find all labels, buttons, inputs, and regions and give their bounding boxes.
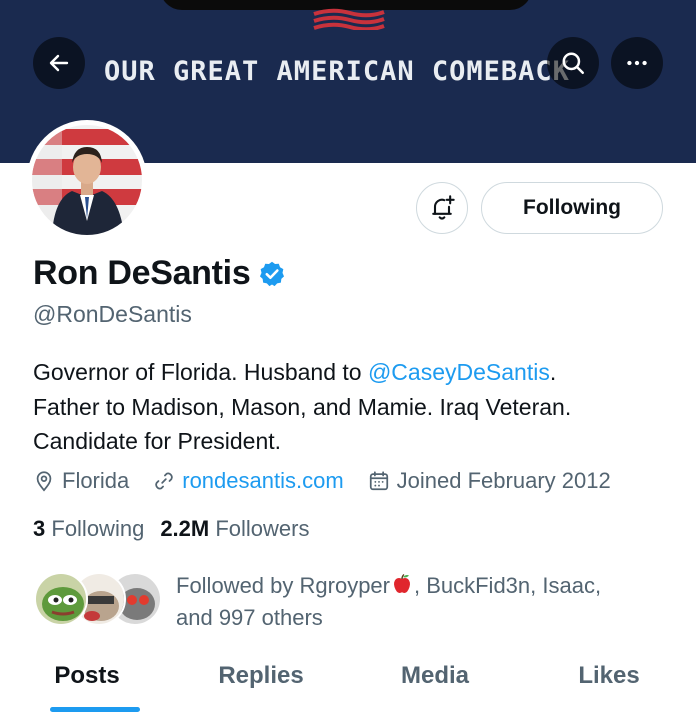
profile-joined: Joined February 2012 xyxy=(368,468,611,494)
profile-tabs: Posts Replies Media Likes xyxy=(0,645,696,712)
bio-text: Governor of Florida. Husband to xyxy=(33,359,368,385)
followed-by-others: and 997 others xyxy=(176,605,323,630)
flag-stripes-graphic xyxy=(313,8,385,30)
profile-bio: Governor of Florida. Husband to @CaseyDe… xyxy=(33,355,673,459)
following-count-link[interactable]: 3 Following xyxy=(33,516,144,542)
location-pin-icon xyxy=(36,471,52,492)
tab-posts[interactable]: Posts xyxy=(0,645,174,712)
bio-line-3: Candidate for President. xyxy=(33,428,282,454)
profile-handle: @RonDeSantis xyxy=(33,301,192,327)
profile-meta: Florida rondesantis.com Joined February … xyxy=(33,468,635,494)
profile-name: Ron DeSantis xyxy=(33,254,251,292)
profile-website[interactable]: rondesantis.com xyxy=(153,468,344,494)
follower-avatars xyxy=(34,570,162,630)
following-button[interactable]: Following xyxy=(481,182,663,234)
back-button[interactable] xyxy=(33,37,85,89)
apple-emoji-icon xyxy=(393,573,410,593)
profile-name-row: Ron DeSantis xyxy=(33,254,286,293)
follow-counts: 3 Following 2.2M Followers xyxy=(33,516,326,542)
following-count-label: Following xyxy=(51,516,145,541)
more-options-button[interactable] xyxy=(611,37,663,89)
profile-location: Florida xyxy=(33,468,129,494)
location-text: Florida xyxy=(62,468,130,493)
verified-badge-icon[interactable] xyxy=(258,260,286,288)
arrow-left-icon xyxy=(49,54,69,72)
followed-by-names-rest: , BuckFid3n, Isaac, xyxy=(413,573,602,598)
avatar-photo xyxy=(32,125,142,235)
followers-count: 2.2M xyxy=(160,516,210,541)
bio-text: . xyxy=(549,359,557,385)
follower-avatar xyxy=(34,572,88,626)
bio-mention-link[interactable]: @CaseyDeSantis xyxy=(368,359,550,385)
search-icon xyxy=(562,52,584,74)
tab-replies[interactable]: Replies xyxy=(174,645,348,712)
following-count: 3 xyxy=(33,516,46,541)
active-tab-indicator xyxy=(50,707,140,712)
followers-count-label: Followers xyxy=(215,516,310,541)
bell-plus-icon xyxy=(432,195,455,220)
followed-by-section[interactable]: Followed by Rgroyper , BuckFid3n, Isaac,… xyxy=(34,570,646,634)
profile-avatar[interactable] xyxy=(27,120,147,240)
banner-slogan: OUR GREAT AMERICAN COMEBACK xyxy=(104,56,570,87)
link-icon xyxy=(155,472,173,490)
followers-count-link[interactable]: 2.2M Followers xyxy=(160,516,309,542)
notifications-button[interactable] xyxy=(416,182,468,234)
tab-likes[interactable]: Likes xyxy=(522,645,696,712)
calendar-icon xyxy=(369,471,388,491)
joined-text: Joined February 2012 xyxy=(396,468,611,493)
website-link[interactable]: rondesantis.com xyxy=(182,468,343,494)
followed-by-text: Followed by Rgroyper , BuckFid3n, Isaac,… xyxy=(176,570,646,634)
bio-line-2: Father to Madison, Mason, and Mamie. Ira… xyxy=(33,393,572,420)
search-button[interactable] xyxy=(547,37,599,89)
tab-media[interactable]: Media xyxy=(348,645,522,712)
more-horizontal-icon xyxy=(627,60,647,66)
followed-by-names: Followed by Rgroyper xyxy=(176,573,390,598)
bio-line-1: Governor of Florida. Husband to @CaseyDe… xyxy=(33,355,673,390)
